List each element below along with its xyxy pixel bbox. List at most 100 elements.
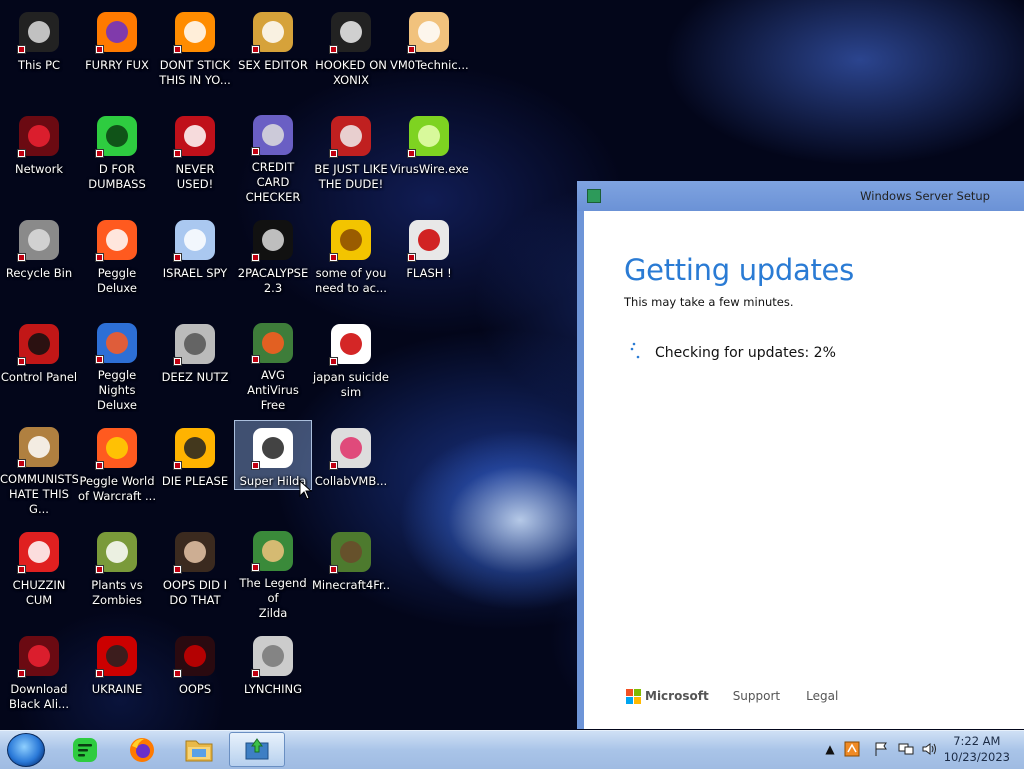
avg-icon <box>249 320 297 366</box>
shortcut-arrow-icon <box>173 253 182 262</box>
shortcut-arrow-icon <box>17 357 26 366</box>
desktop-icon[interactable]: DIE PLEASE <box>156 420 234 516</box>
desktop-icon[interactable]: 2PACALYPSE 2.3 <box>234 212 312 308</box>
desktop-icon[interactable]: japan suicide sim <box>312 316 390 412</box>
shortcut-arrow-icon <box>251 669 260 678</box>
setup-subtitle: This may take a few minutes. <box>624 295 794 309</box>
shortcut-arrow-icon <box>251 355 260 365</box>
desktop-icon[interactable]: SEX EDITOR <box>234 4 312 100</box>
network-icon[interactable] <box>898 741 914 757</box>
desktop-icon[interactable]: Peggle World of Warcraft ... <box>78 420 156 516</box>
desktop-icon-label: This PC <box>17 58 61 72</box>
desktop-icon-label: UKRAINE <box>91 682 143 696</box>
stacked-windows-icon <box>171 320 219 368</box>
shortcut-arrow-icon <box>17 459 26 469</box>
desktop-icon[interactable]: CREDIT CARD CHECKER <box>234 108 312 204</box>
desktop-icon-label: HOOKED ON XONIX <box>315 58 387 87</box>
desktop-icon[interactable]: HOOKED ON XONIX <box>312 4 390 100</box>
taskbar-clock[interactable]: 7:22 AM 10/23/2023 <box>944 733 1010 765</box>
desktop-icon[interactable]: VirusWire.exe <box>390 108 468 204</box>
desktop-icon[interactable]: FURRY FUX <box>78 4 156 100</box>
desktop-icon[interactable]: ISRAEL SPY <box>156 212 234 308</box>
folder-icon <box>185 740 213 761</box>
legal-link[interactable]: Legal <box>806 689 838 703</box>
show-hidden-icons[interactable]: ▲ <box>822 741 838 757</box>
desktop-icon[interactable]: NEVER USED! <box>156 108 234 204</box>
desktop-icon[interactable]: Plants vs Zombies <box>78 524 156 620</box>
desktop-icon-label: VirusWire.exe <box>390 162 468 176</box>
desktop-icon[interactable]: COMMUNISTS HATE THIS G... <box>0 420 78 516</box>
desktop-icon[interactable]: Network <box>0 108 78 204</box>
desktop-icon[interactable]: AVG AntiVirus Free <box>234 316 312 412</box>
desktop-icon[interactable]: DEEZ NUTZ <box>156 316 234 412</box>
desktop-icon[interactable]: Peggle Nights Deluxe <box>78 316 156 412</box>
desktop-icon-label: Plants vs Zombies <box>91 578 143 607</box>
shortcut-arrow-icon <box>95 253 104 262</box>
desktop-icon-label: OOPS DID I DO THAT <box>162 578 228 607</box>
desktop-icon[interactable]: This PC <box>0 4 78 100</box>
shortcut-arrow-icon <box>173 565 182 574</box>
shortcut-arrow-icon <box>17 669 26 678</box>
desktop-icon-label: ISRAEL SPY <box>162 266 228 280</box>
limewire-icon <box>405 112 453 160</box>
windows-setup-window[interactable]: Windows Server Setup Getting updates Thi… <box>577 181 1024 729</box>
desktop-icon[interactable]: UKRAINE <box>78 628 156 724</box>
desktop-icon[interactable]: Recycle Bin <box>0 212 78 308</box>
desktop-icon-label: Download Black Ali... <box>9 682 69 711</box>
taskbar-setup-button[interactable] <box>229 732 285 767</box>
pixel-dog-icon <box>249 424 297 472</box>
desktop-icon-label: japan suicide sim <box>313 370 389 399</box>
peggle-nights-icon <box>93 320 141 366</box>
desktop-icon[interactable]: Minecraft4Fr... <box>312 524 390 620</box>
recycle-bin-icon <box>15 216 63 264</box>
tray-app-icon[interactable] <box>844 741 860 757</box>
start-button[interactable] <box>7 733 45 767</box>
shortcut-arrow-icon <box>329 461 338 470</box>
desktop-icon[interactable]: DONT STICK THIS IN YO... <box>156 4 234 100</box>
taskbar-firefox-button[interactable] <box>114 732 170 767</box>
minecraft-icon <box>327 528 375 576</box>
support-link[interactable]: Support <box>733 689 780 703</box>
desktop-icon[interactable]: Control Panel <box>0 316 78 412</box>
technician-icon <box>405 8 453 56</box>
desktop-icon[interactable]: The Legend of Zilda <box>234 524 312 620</box>
clock-time: 7:22 AM <box>953 734 1001 748</box>
desktop-icon[interactable]: VM0Technic... <box>390 4 468 100</box>
desktop-icon[interactable]: D FOR DUMBASS <box>78 108 156 204</box>
volume-icon[interactable] <box>921 741 937 757</box>
desktop-icon-label: DIE PLEASE <box>161 474 229 488</box>
firefox-icon <box>130 737 154 762</box>
taskbar-file-explorer-button[interactable] <box>171 732 227 767</box>
taskbar-chat-app-button[interactable] <box>57 732 113 767</box>
desktop-icon[interactable]: OOPS <box>156 628 234 724</box>
desktop-icon-label: SEX EDITOR <box>238 58 308 72</box>
desktop-icon[interactable]: CHUZZIN CUM <box>0 524 78 620</box>
dark-app-icon <box>171 632 219 680</box>
desktop-icon-label: CHUZZIN CUM <box>12 578 66 607</box>
desktop-icon[interactable]: Download Black Ali... <box>0 628 78 724</box>
desktop-icon[interactable]: FLASH ! <box>390 212 468 308</box>
desktop-icon-label: Peggle Nights Deluxe <box>97 368 137 412</box>
desktop-icon[interactable]: Peggle Deluxe <box>78 212 156 308</box>
setup-titlebar[interactable]: Windows Server Setup <box>577 181 1024 211</box>
shortcut-arrow-icon <box>95 149 104 158</box>
desktop-icon-label: FURRY FUX <box>85 58 149 72</box>
green-chat-icon <box>73 737 97 762</box>
desktop-icon-label: D FOR DUMBASS <box>88 162 146 191</box>
setup-app-icon <box>587 189 601 203</box>
desktop-icon-label: CREDIT CARD CHECKER <box>245 160 301 204</box>
desktop-icon[interactable]: CollabVMB... <box>312 420 390 516</box>
desktop-icon[interactable]: OOPS DID I DO THAT <box>156 524 234 620</box>
japan-sim-icon <box>327 320 375 368</box>
desktop-icon[interactable]: LYNCHING <box>234 628 312 724</box>
desktop-icon-label: Minecraft4Fr... <box>312 578 390 592</box>
action-center-flag-icon[interactable] <box>873 741 889 757</box>
desktop-icon[interactable]: some of you need to ac... <box>312 212 390 308</box>
shortcut-arrow-icon <box>329 357 338 366</box>
shortcut-arrow-icon <box>251 147 260 157</box>
red-orb-icon <box>15 112 63 160</box>
desktop-icon-label: Peggle World of Warcraft ... <box>78 474 156 503</box>
green-chat-icon <box>93 112 141 160</box>
desktop-icon[interactable]: BE JUST LIKE THE DUDE! <box>312 108 390 204</box>
desktop-icon-label: AVG AntiVirus Free <box>247 368 299 412</box>
